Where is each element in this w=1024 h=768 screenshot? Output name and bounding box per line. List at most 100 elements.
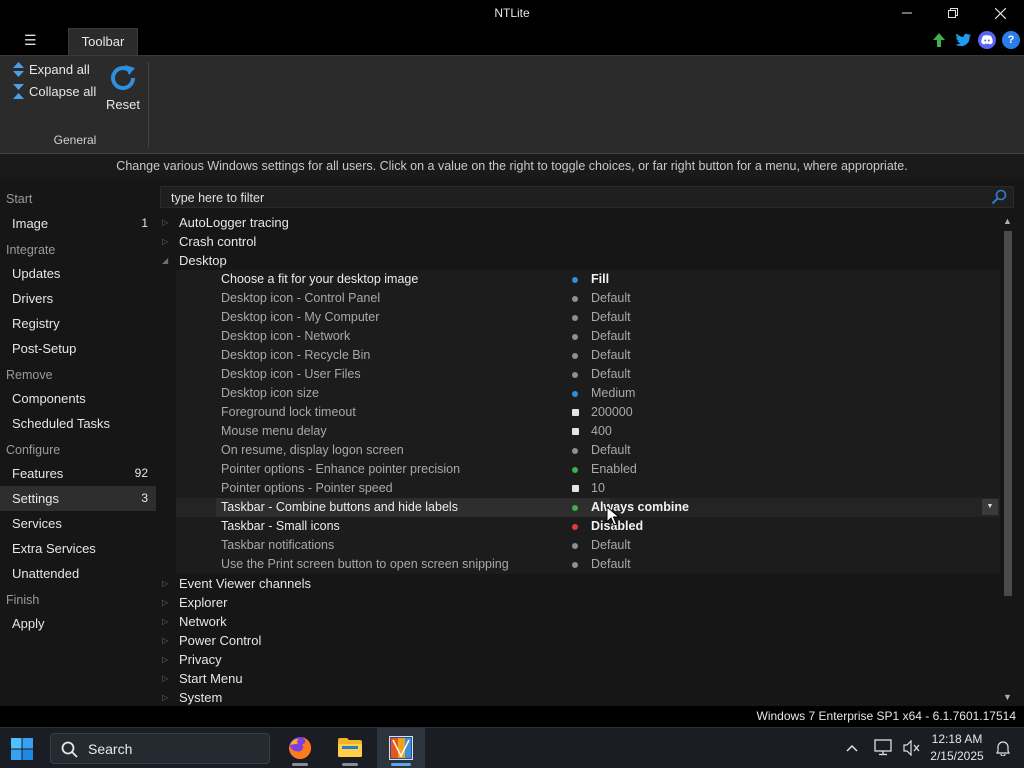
setting-value[interactable]: Default <box>591 308 631 327</box>
setting-value[interactable]: Default <box>591 327 631 346</box>
sidebar-item-post-setup[interactable]: Post-Setup <box>0 336 156 361</box>
taskbar-search[interactable]: Search <box>50 733 270 764</box>
sidebar-item-drivers[interactable]: Drivers <box>0 286 156 311</box>
setting-row[interactable]: Desktop icon - Network Default <box>160 327 1000 346</box>
sidebar-item-label: Services <box>12 516 62 531</box>
sidebar-item-features[interactable]: Features 92 <box>0 461 156 486</box>
dropdown-menu-icon[interactable]: ▼ <box>982 499 998 515</box>
setting-row[interactable]: Mouse menu delay 400 <box>160 422 1000 441</box>
sidebar-item-image[interactable]: Image 1 <box>0 211 156 236</box>
setting-value[interactable]: Default <box>591 289 631 308</box>
sidebar-item-apply[interactable]: Apply <box>0 611 156 636</box>
scroll-thumb[interactable] <box>1004 231 1012 596</box>
tree-node-label: Network <box>179 614 227 629</box>
setting-row[interactable]: Pointer options - Pointer speed 10 <box>160 479 1000 498</box>
taskbar-app-file-explorer[interactable] <box>326 728 374 768</box>
setting-row[interactable]: Taskbar - Small icons Disabled <box>160 517 1000 536</box>
setting-value[interactable]: Default <box>591 346 631 365</box>
scroll-up-icon[interactable]: ▲ <box>1003 216 1012 226</box>
reset-button[interactable]: Reset <box>104 62 142 112</box>
setting-value[interactable]: Medium <box>591 384 635 403</box>
sidebar-item-services[interactable]: Services <box>0 511 156 536</box>
expand-arrow-icon[interactable]: ▷ <box>162 232 172 251</box>
network-icon[interactable] <box>874 739 892 768</box>
tree-node-privacy[interactable]: ▷ Privacy <box>160 650 1000 669</box>
setting-row[interactable]: Pointer options - Enhance pointer precis… <box>160 460 1000 479</box>
notification-bell-icon[interactable] <box>996 740 1010 768</box>
taskbar-app-ntlite[interactable] <box>377 728 425 768</box>
sidebar-item-unattended[interactable]: Unattended <box>0 561 156 586</box>
tree-node-explorer[interactable]: ▷ Explorer <box>160 593 1000 612</box>
collapse-all-button[interactable]: Collapse all <box>12 84 96 99</box>
sidebar-item-label: Features <box>12 466 64 481</box>
tree-node-crash-control[interactable]: ▷ Crash control <box>160 232 1000 251</box>
setting-value[interactable]: Default <box>591 365 631 384</box>
setting-value[interactable]: Fill <box>591 270 609 289</box>
tree-node-autologger-tracing[interactable]: ▷ AutoLogger tracing <box>160 213 1000 232</box>
setting-row[interactable]: Use the Print screen button to open scre… <box>160 555 1000 574</box>
sidebar-item-updates[interactable]: Updates <box>0 261 156 286</box>
setting-value[interactable]: 200000 <box>591 403 633 422</box>
windows-start-icon[interactable] <box>11 738 33 760</box>
expand-arrow-icon[interactable]: ▷ <box>162 631 172 650</box>
tab-toolbar[interactable]: Toolbar <box>68 28 138 55</box>
minimize-button[interactable] <box>884 0 930 27</box>
search-icon[interactable] <box>991 189 1007 205</box>
taskbar-app-firefox[interactable] <box>276 728 324 768</box>
sidebar-item-scheduled-tasks[interactable]: Scheduled Tasks <box>0 411 156 436</box>
sidebar-item-components[interactable]: Components <box>0 386 156 411</box>
setting-value[interactable]: Default <box>591 536 631 555</box>
vertical-scrollbar[interactable]: ▲ ▼ <box>1001 213 1016 704</box>
twitter-icon[interactable] <box>954 31 972 49</box>
ribbon-tab-row: ☰ Toolbar ? <box>0 27 1024 55</box>
discord-icon[interactable] <box>978 31 996 49</box>
tree-node-system[interactable]: ▷ System <box>160 688 1000 707</box>
expand-arrow-icon[interactable]: ▷ <box>162 593 172 612</box>
setting-row[interactable]: Taskbar - Combine buttons and hide label… <box>160 498 1000 517</box>
setting-value[interactable]: Enabled <box>591 460 637 479</box>
status-dot-icon <box>572 372 578 378</box>
setting-row[interactable]: Desktop icon size Medium <box>160 384 1000 403</box>
help-icon[interactable]: ? <box>1002 31 1020 49</box>
tree-node-start-menu[interactable]: ▷ Start Menu <box>160 669 1000 688</box>
setting-row[interactable]: Choose a fit for your desktop image Fill <box>160 270 1000 289</box>
hamburger-menu-icon[interactable]: ☰ <box>24 32 37 49</box>
expand-arrow-icon[interactable]: ▷ <box>162 669 172 688</box>
sidebar-item-settings[interactable]: Settings 3 <box>0 486 156 511</box>
setting-value[interactable]: Default <box>591 441 631 460</box>
info-text: Change various Windows settings for all … <box>0 153 1024 179</box>
expand-arrow-icon[interactable]: ▷ <box>162 650 172 669</box>
expand-arrow-icon[interactable]: ▷ <box>162 688 172 707</box>
expand-arrow-icon[interactable]: ▷ <box>162 612 172 631</box>
update-arrow-icon[interactable] <box>930 31 948 49</box>
tree-node-event-viewer-channels[interactable]: ▷ Event Viewer channels <box>160 574 1000 593</box>
setting-value[interactable]: 400 <box>591 422 612 441</box>
expand-all-button[interactable]: Expand all <box>12 62 90 77</box>
tree-node-network[interactable]: ▷ Network <box>160 612 1000 631</box>
filter-input[interactable] <box>171 189 971 206</box>
sidebar-item-registry[interactable]: Registry <box>0 311 156 336</box>
scroll-down-icon[interactable]: ▼ <box>1003 692 1012 702</box>
setting-value[interactable]: 10 <box>591 479 605 498</box>
setting-row[interactable]: Desktop icon - Control Panel Default <box>160 289 1000 308</box>
setting-row[interactable]: Foreground lock timeout 200000 <box>160 403 1000 422</box>
setting-row[interactable]: Desktop icon - My Computer Default <box>160 308 1000 327</box>
tree-node-power-control[interactable]: ▷ Power Control <box>160 631 1000 650</box>
setting-row[interactable]: On resume, display logon screen Default <box>160 441 1000 460</box>
taskbar-clock[interactable]: 12:18 AM 2/15/2025 <box>922 731 992 765</box>
setting-value[interactable]: Default <box>591 555 631 574</box>
mouse-pointer-icon <box>606 506 620 526</box>
close-button[interactable] <box>977 0 1023 27</box>
volume-muted-icon[interactable] <box>903 739 921 768</box>
tree-node-desktop[interactable]: ◢ Desktop <box>160 251 1000 270</box>
expand-arrow-icon[interactable]: ▷ <box>162 213 172 232</box>
setting-row[interactable]: Desktop icon - User Files Default <box>160 365 1000 384</box>
tree-node-label: Event Viewer channels <box>179 576 312 591</box>
sidebar-item-extra-services[interactable]: Extra Services <box>0 536 156 561</box>
restore-button[interactable] <box>930 0 976 27</box>
tray-overflow-icon[interactable] <box>846 740 858 768</box>
expand-arrow-icon[interactable]: ▷ <box>162 574 172 593</box>
setting-row[interactable]: Taskbar notifications Default <box>160 536 1000 555</box>
collapse-arrow-icon[interactable]: ◢ <box>162 251 172 270</box>
setting-row[interactable]: Desktop icon - Recycle Bin Default <box>160 346 1000 365</box>
